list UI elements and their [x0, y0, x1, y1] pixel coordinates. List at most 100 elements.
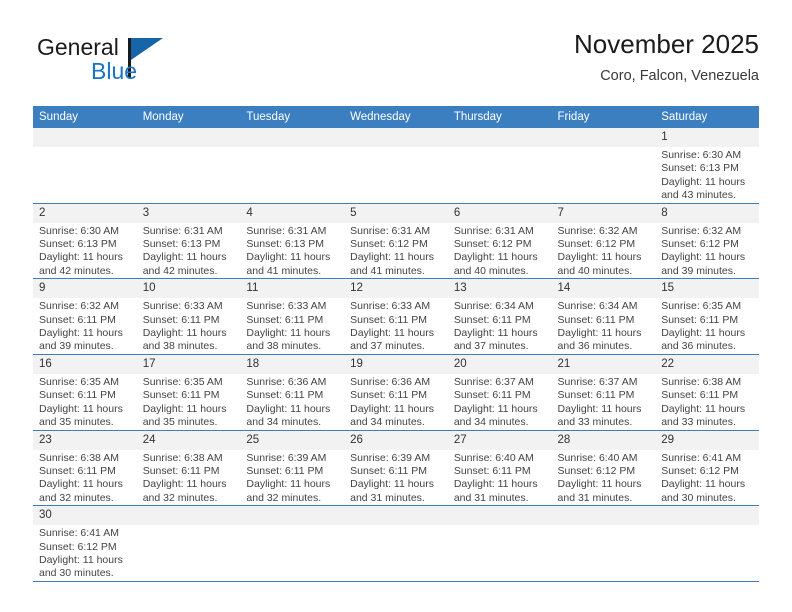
day-detail-sunrise: Sunrise: 6:33 AM	[246, 300, 327, 313]
day-detail-daylight1: Daylight: 11 hours	[557, 402, 642, 415]
day-cell-inner: 14 Sunrise: 6:34 AM Sunset: 6:11 PM Dayligh…	[551, 279, 656, 354]
calendar-day-cell[interactable]: 27 Sunrise: 6:40 AM Sunset: 6:11 PM Dayligh…	[447, 430, 552, 507]
day-detail-daylight2: and 32 minutes.	[39, 491, 114, 504]
calendar-week-row: 2 Sunrise: 6:30 AM Sunset: 6:13 PM Daylight…	[33, 203, 759, 280]
day-detail-sunset: Sunset: 6:13 PM	[246, 238, 325, 251]
calendar-week-row: 16 Sunrise: 6:35 AM Sunset: 6:11 PM Dayligh…	[33, 354, 759, 431]
day-detail-sunrise: Sunrise: 6:34 AM	[557, 300, 638, 313]
calendar-day-cell[interactable]: 26 Sunrise: 6:39 AM Sunset: 6:11 PM Dayligh…	[344, 430, 448, 507]
calendar-day-cell[interactable]: 23 Sunrise: 6:38 AM Sunset: 6:11 PM Dayligh…	[33, 430, 137, 507]
day-detail-sunrise: Sunrise: 6:35 AM	[661, 300, 742, 313]
day-detail-daylight1: Daylight: 11 hours	[453, 478, 538, 491]
day-detail-daylight1: Daylight: 11 hours	[661, 402, 746, 415]
day-number: 9	[33, 279, 137, 299]
calendar-day-cell[interactable]: 13 Sunrise: 6:34 AM Sunset: 6:11 PM Dayligh…	[447, 278, 552, 355]
calendar-cell-empty	[551, 128, 656, 204]
calendar-day-cell[interactable]: 9 Sunrise: 6:32 AM Sunset: 6:11 PM Daylight…	[33, 278, 137, 355]
calendar-day-cell[interactable]: 16 Sunrise: 6:35 AM Sunset: 6:11 PM Dayligh…	[33, 354, 137, 431]
day-details: Sunrise: 6:35 AM Sunset: 6:11 PM Daylight:…	[33, 374, 137, 430]
day-details: Sunrise: 6:36 AM Sunset: 6:11 PM Daylight:…	[240, 374, 344, 430]
calendar-day-cell[interactable]: 22 Sunrise: 6:38 AM Sunset: 6:11 PM Dayligh…	[655, 354, 759, 431]
calendar-day-cell[interactable]: 29 Sunrise: 6:41 AM Sunset: 6:12 PM Dayligh…	[655, 430, 759, 507]
weekday-header-sunday: Sunday	[33, 106, 137, 128]
day-cell-inner: 17 Sunrise: 6:35 AM Sunset: 6:11 PM Dayligh…	[136, 354, 241, 430]
calendar-day-cell[interactable]: 21 Sunrise: 6:37 AM Sunset: 6:11 PM Dayligh…	[551, 354, 656, 431]
day-details: Sunrise: 6:33 AM Sunset: 6:11 PM Daylight:…	[344, 298, 448, 354]
day-details: Sunrise: 6:37 AM Sunset: 6:11 PM Daylight:…	[552, 374, 656, 430]
calendar-day-cell[interactable]: 19 Sunrise: 6:36 AM Sunset: 6:11 PM Dayligh…	[344, 354, 448, 431]
day-number: 8	[655, 203, 759, 223]
day-details: Sunrise: 6:39 AM Sunset: 6:11 PM Daylight:…	[240, 450, 344, 506]
day-detail-daylight2: and 37 minutes.	[350, 340, 425, 353]
day-detail-sunrise: Sunrise: 6:32 AM	[557, 224, 638, 237]
day-detail-sunset: Sunset: 6:11 PM	[557, 313, 635, 326]
day-detail-sunset: Sunset: 6:13 PM	[142, 238, 221, 251]
empty-cell-fill	[447, 128, 552, 147]
calendar-cell-empty	[240, 505, 345, 582]
empty-cell-fill	[240, 128, 345, 147]
calendar-day-cell[interactable]: 8 Sunrise: 6:32 AM Sunset: 6:12 PM Daylight…	[655, 203, 759, 280]
calendar-day-cell[interactable]: 17 Sunrise: 6:35 AM Sunset: 6:11 PM Dayligh…	[136, 354, 241, 431]
day-detail-daylight1: Daylight: 11 hours	[350, 251, 434, 264]
day-details: Sunrise: 6:31 AM Sunset: 6:13 PM Daylight:…	[137, 223, 241, 279]
day-number: 13	[447, 279, 552, 299]
day-detail-sunrise: Sunrise: 6:33 AM	[350, 300, 431, 313]
day-details: Sunrise: 6:41 AM Sunset: 6:12 PM Daylight:…	[33, 525, 137, 581]
calendar-day-cell[interactable]: 28 Sunrise: 6:40 AM Sunset: 6:12 PM Dayligh…	[551, 430, 656, 507]
day-cell-inner: 12 Sunrise: 6:33 AM Sunset: 6:11 PM Dayligh…	[344, 279, 448, 354]
day-details: Sunrise: 6:36 AM Sunset: 6:11 PM Daylight:…	[344, 374, 448, 430]
day-details: Sunrise: 6:38 AM Sunset: 6:11 PM Daylight:…	[33, 450, 137, 506]
calendar-day-cell[interactable]: 15 Sunrise: 6:35 AM Sunset: 6:11 PM Dayligh…	[655, 278, 759, 355]
calendar-cell-empty	[447, 128, 552, 204]
day-detail-sunset: Sunset: 6:12 PM	[661, 464, 739, 477]
calendar-day-cell[interactable]: 14 Sunrise: 6:34 AM Sunset: 6:11 PM Dayligh…	[551, 278, 656, 355]
calendar-day-cell[interactable]: 25 Sunrise: 6:39 AM Sunset: 6:11 PM Dayligh…	[240, 430, 345, 507]
day-detail-sunset: Sunset: 6:12 PM	[39, 540, 117, 553]
calendar-day-cell[interactable]: 20 Sunrise: 6:37 AM Sunset: 6:11 PM Dayligh…	[447, 354, 552, 431]
day-detail-daylight1: Daylight: 11 hours	[142, 402, 227, 415]
day-detail-daylight1: Daylight: 11 hours	[557, 478, 642, 491]
day-detail-daylight1: Daylight: 11 hours	[661, 478, 746, 491]
day-detail-sunrise: Sunrise: 6:39 AM	[350, 451, 431, 464]
day-cell-inner: 13 Sunrise: 6:34 AM Sunset: 6:11 PM Dayligh…	[447, 279, 552, 354]
day-details: Sunrise: 6:34 AM Sunset: 6:11 PM Daylight:…	[552, 298, 656, 354]
day-detail-daylight2: and 33 minutes.	[557, 416, 633, 429]
calendar-day-cell[interactable]: 18 Sunrise: 6:36 AM Sunset: 6:11 PM Dayligh…	[240, 354, 345, 431]
day-detail-daylight2: and 32 minutes.	[142, 491, 218, 504]
calendar-day-cell[interactable]: 5 Sunrise: 6:31 AM Sunset: 6:12 PM Daylight…	[344, 203, 448, 280]
day-detail-daylight1: Daylight: 11 hours	[350, 402, 434, 415]
calendar-day-cell[interactable]: 2 Sunrise: 6:30 AM Sunset: 6:13 PM Daylight…	[33, 203, 137, 280]
calendar-day-cell[interactable]: 11 Sunrise: 6:33 AM Sunset: 6:11 PM Dayligh…	[240, 278, 345, 355]
day-details: Sunrise: 6:41 AM Sunset: 6:12 PM Daylight:…	[655, 450, 759, 506]
calendar-day-cell[interactable]: 30 Sunrise: 6:41 AM Sunset: 6:12 PM Dayligh…	[33, 505, 137, 582]
empty-cell-fill	[344, 506, 448, 526]
day-cell-inner: 21 Sunrise: 6:37 AM Sunset: 6:11 PM Dayligh…	[551, 354, 656, 430]
calendar-day-cell[interactable]: 10 Sunrise: 6:33 AM Sunset: 6:11 PM Dayligh…	[136, 278, 241, 355]
weekday-header-monday: Monday	[136, 106, 241, 128]
day-detail-sunrise: Sunrise: 6:36 AM	[350, 375, 431, 388]
day-detail-daylight2: and 31 minutes.	[557, 491, 633, 504]
calendar-day-cell[interactable]: 1 Sunrise: 6:30 AM Sunset: 6:13 PM Daylight…	[655, 128, 759, 204]
calendar-day-cell[interactable]: 24 Sunrise: 6:38 AM Sunset: 6:11 PM Dayligh…	[136, 430, 241, 507]
day-details: Sunrise: 6:30 AM Sunset: 6:13 PM Daylight:…	[33, 223, 137, 279]
calendar-day-cell[interactable]: 12 Sunrise: 6:33 AM Sunset: 6:11 PM Dayligh…	[344, 278, 448, 355]
calendar-day-cell[interactable]: 7 Sunrise: 6:32 AM Sunset: 6:12 PM Daylight…	[551, 203, 656, 280]
blue-triangle-flag-icon	[131, 38, 163, 60]
day-detail-sunrise: Sunrise: 6:40 AM	[557, 451, 638, 464]
calendar-day-cell[interactable]: 3 Sunrise: 6:31 AM Sunset: 6:13 PM Daylight…	[136, 203, 241, 280]
day-detail-sunset: Sunset: 6:11 PM	[453, 313, 531, 326]
day-number: 3	[136, 203, 241, 223]
calendar-day-cell[interactable]: 4 Sunrise: 6:31 AM Sunset: 6:13 PM Daylight…	[240, 203, 345, 280]
calendar-day-cell[interactable]: 6 Sunrise: 6:31 AM Sunset: 6:12 PM Daylight…	[447, 203, 552, 280]
page-title: November 2025	[574, 29, 759, 59]
day-detail-sunset: Sunset: 6:12 PM	[557, 238, 636, 251]
day-cell-inner: 11 Sunrise: 6:33 AM Sunset: 6:11 PM Dayligh…	[240, 279, 345, 354]
day-detail-daylight1: Daylight: 11 hours	[39, 251, 123, 264]
day-cell-inner: 23 Sunrise: 6:38 AM Sunset: 6:11 PM Dayligh…	[33, 430, 137, 506]
day-detail-daylight2: and 37 minutes.	[453, 340, 529, 353]
calendar-page: General Blue November 2025 Coro, Falcon,…	[0, 0, 792, 612]
day-number: 6	[447, 203, 552, 223]
weekday-header-tuesday: Tuesday	[240, 106, 345, 128]
brand-logo[interactable]: General Blue	[33, 34, 233, 92]
day-detail-daylight1: Daylight: 11 hours	[557, 251, 642, 264]
